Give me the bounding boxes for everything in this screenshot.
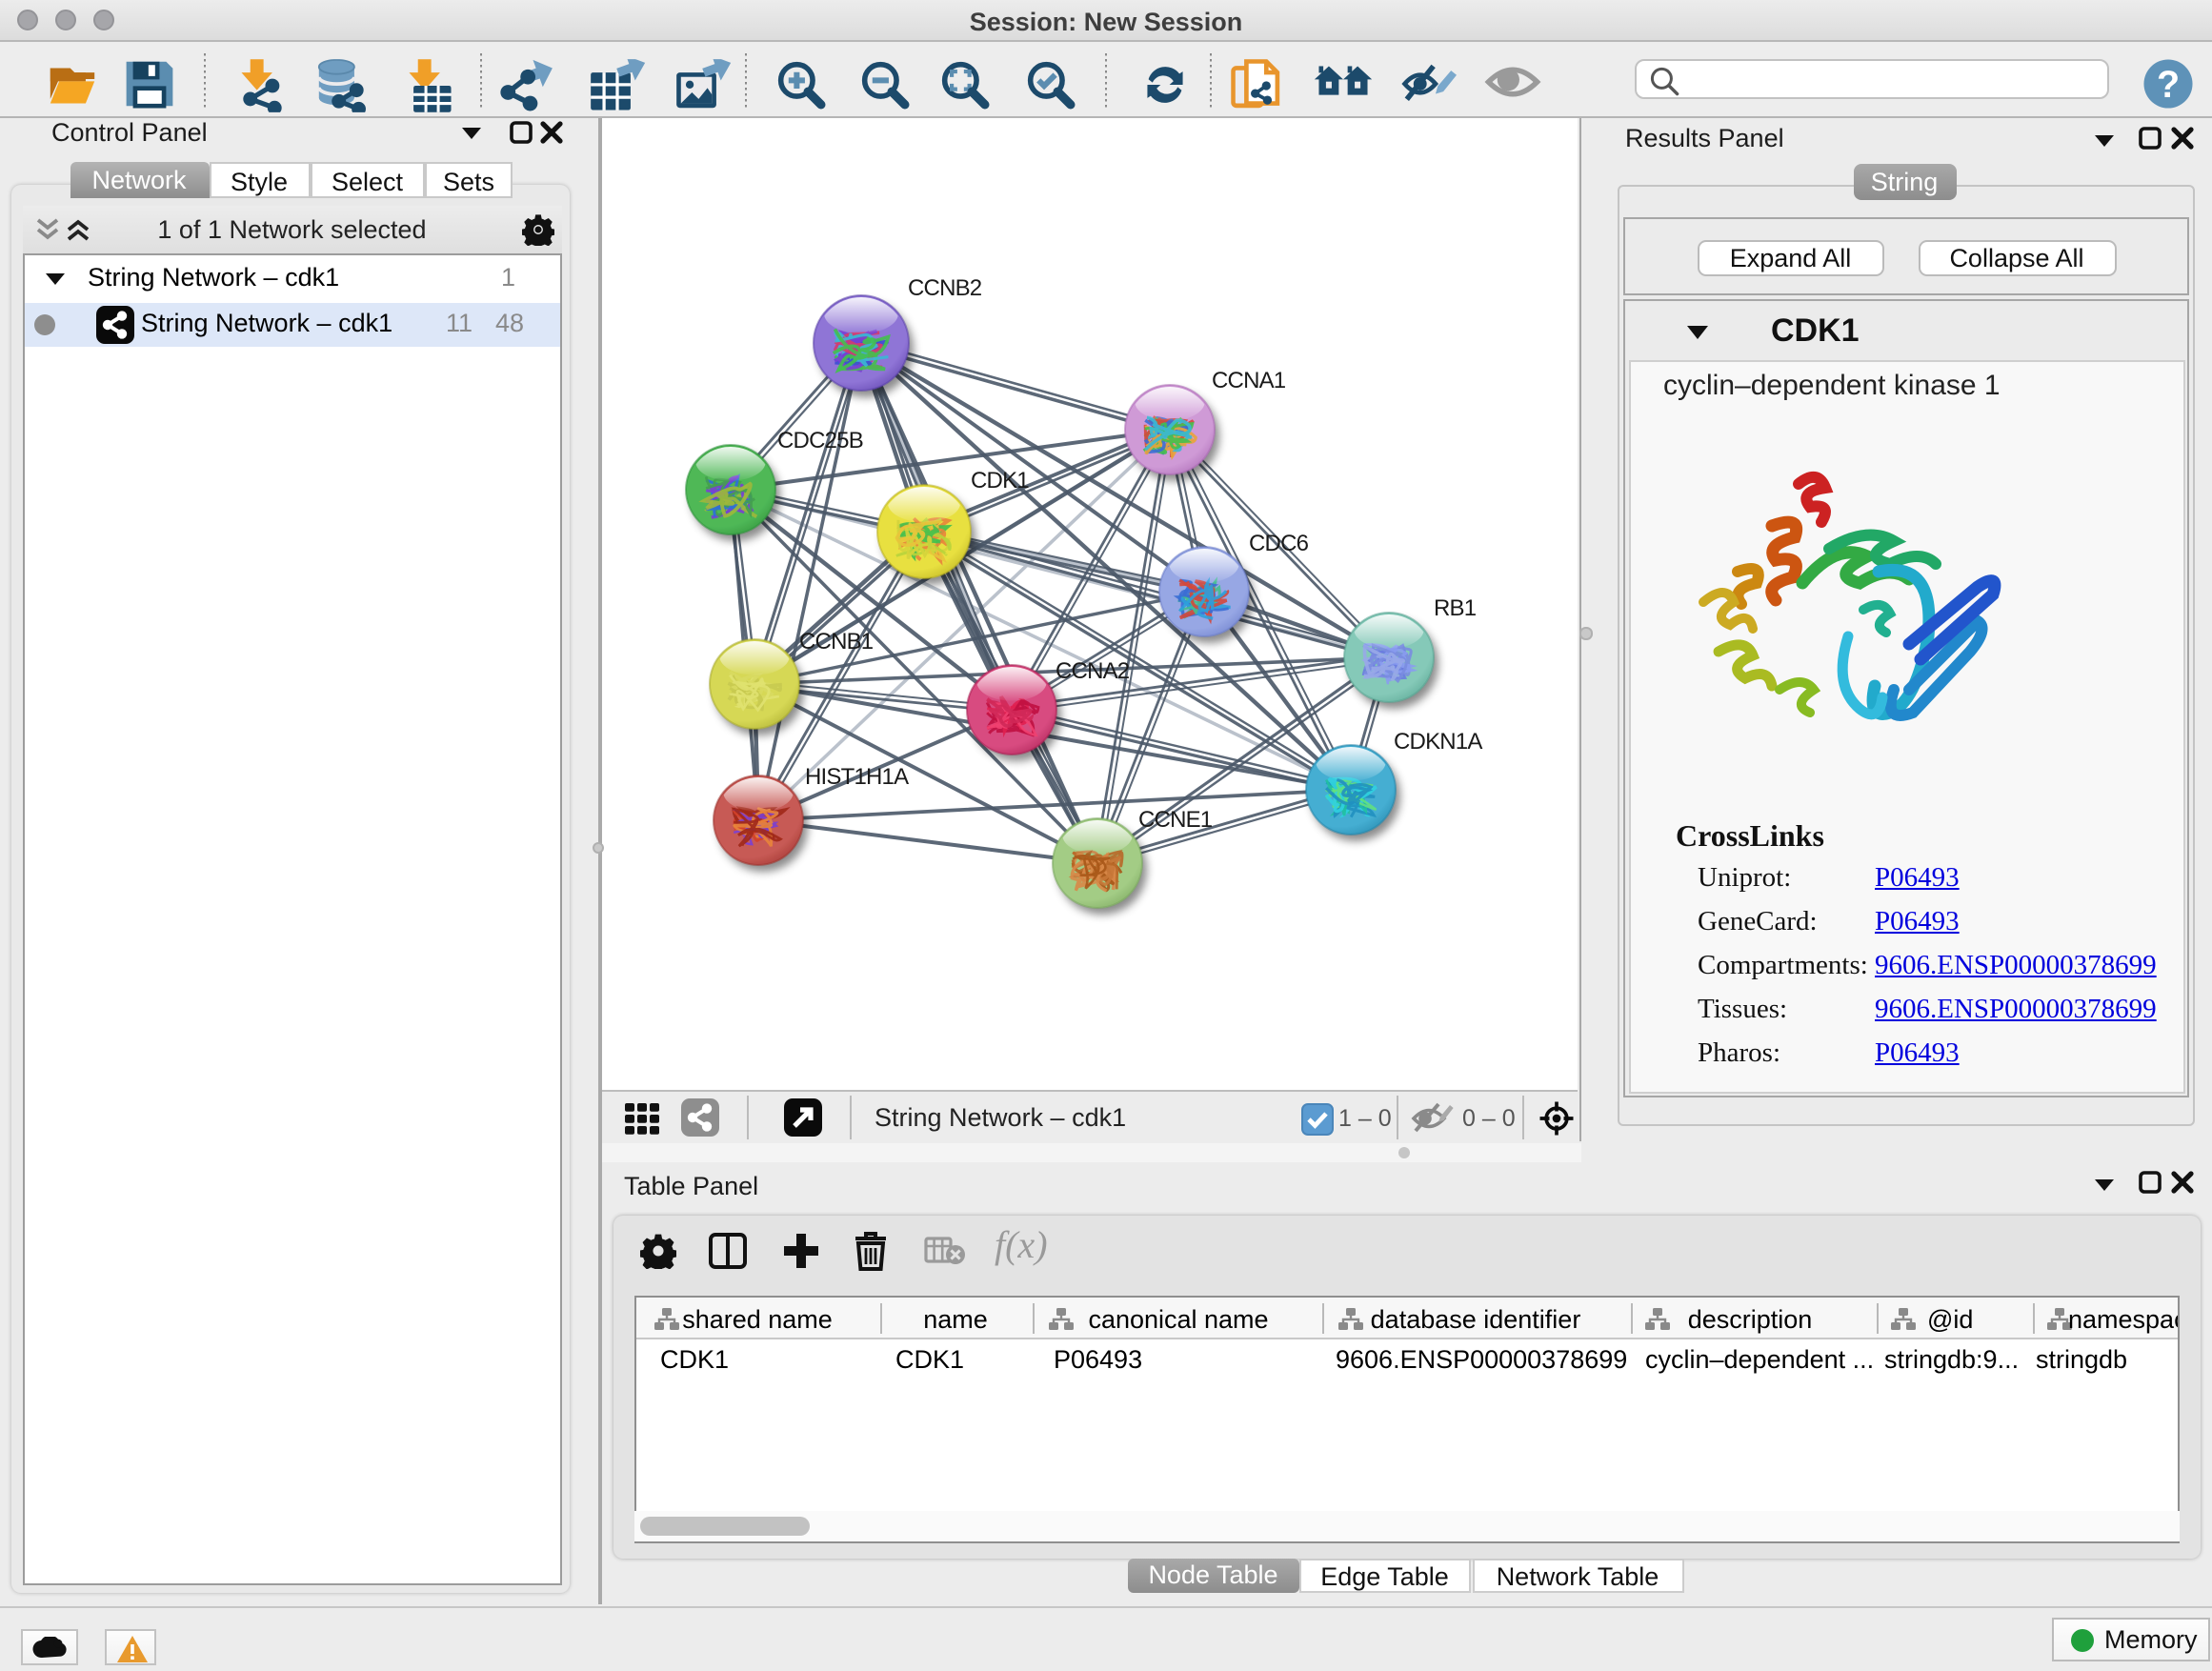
svg-text:RB1: RB1 xyxy=(1433,595,1476,621)
svg-text:CCNE1: CCNE1 xyxy=(1137,807,1212,833)
svg-text:CDC6: CDC6 xyxy=(1248,531,1308,556)
svg-text:CDK1: CDK1 xyxy=(970,468,1028,493)
svg-text:CCNB2: CCNB2 xyxy=(907,275,981,301)
svg-text:?: ? xyxy=(2157,64,2180,106)
svg-text:CCNA1: CCNA1 xyxy=(1211,368,1285,393)
svg-text:CCNB1: CCNB1 xyxy=(798,629,873,654)
svg-text:CDC25B: CDC25B xyxy=(776,428,862,453)
svg-text:CCNA2: CCNA2 xyxy=(1055,658,1129,684)
svg-text:HIST1H1A: HIST1H1A xyxy=(804,764,908,790)
svg-text:CDKN1A: CDKN1A xyxy=(1393,729,1481,755)
